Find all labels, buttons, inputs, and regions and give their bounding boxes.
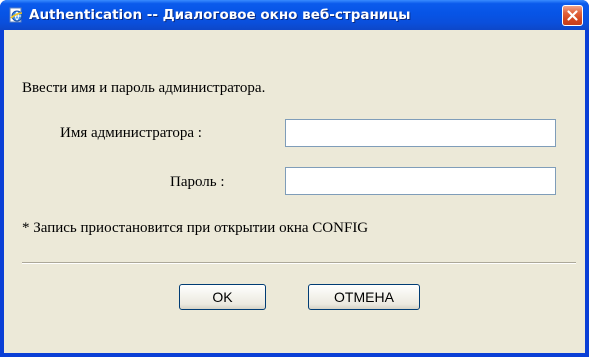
title-bar[interactable]: Authentication -- Диалоговое окно веб-ст… bbox=[0, 0, 589, 30]
authentication-dialog: Authentication -- Диалоговое окно веб-ст… bbox=[0, 0, 589, 357]
close-button[interactable] bbox=[562, 5, 583, 26]
password-input[interactable] bbox=[285, 167, 556, 195]
password-label: Пароль : bbox=[170, 174, 225, 190]
instruction-text: Ввести имя и пароль администратора. bbox=[22, 80, 266, 96]
dialog-client-area: Ввести имя и пароль администратора. Имя … bbox=[4, 30, 585, 353]
separator bbox=[22, 262, 576, 264]
ok-button[interactable]: OK bbox=[179, 284, 266, 310]
admin-name-label: Имя администратора : bbox=[60, 125, 202, 141]
close-icon bbox=[567, 10, 578, 21]
admin-name-input[interactable] bbox=[285, 119, 556, 147]
config-note: * Запись приостановится при открытии окн… bbox=[22, 220, 369, 236]
ie-page-icon bbox=[8, 7, 24, 23]
dialog-title: Authentication -- Диалоговое окно веб-ст… bbox=[29, 7, 411, 23]
cancel-button[interactable]: ОТМЕНА bbox=[308, 284, 420, 310]
